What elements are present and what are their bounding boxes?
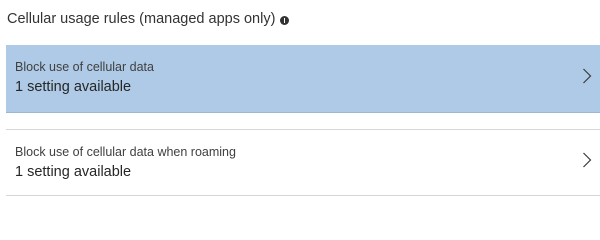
cellular-usage-rules-section: Cellular usage rules (managed apps only)… — [0, 0, 600, 204]
setting-row-value: 1 setting available — [15, 79, 132, 95]
setting-row-value: 1 setting available — [15, 164, 132, 180]
section-header: Cellular usage rules (managed apps only) — [7, 8, 290, 30]
setting-row-block-cellular-data-roaming[interactable]: Block use of cellular data when roaming … — [6, 129, 600, 196]
setting-row-block-cellular-data[interactable]: Block use of cellular data 1 setting ava… — [6, 45, 600, 113]
chevron-right-icon — [583, 68, 592, 84]
setting-row-label: Block use of cellular data when roaming — [15, 145, 236, 159]
setting-row-label: Block use of cellular data — [15, 60, 154, 74]
section-title: Cellular usage rules (managed apps only) — [7, 11, 276, 27]
info-icon[interactable] — [280, 15, 290, 25]
chevron-right-icon — [583, 152, 592, 168]
